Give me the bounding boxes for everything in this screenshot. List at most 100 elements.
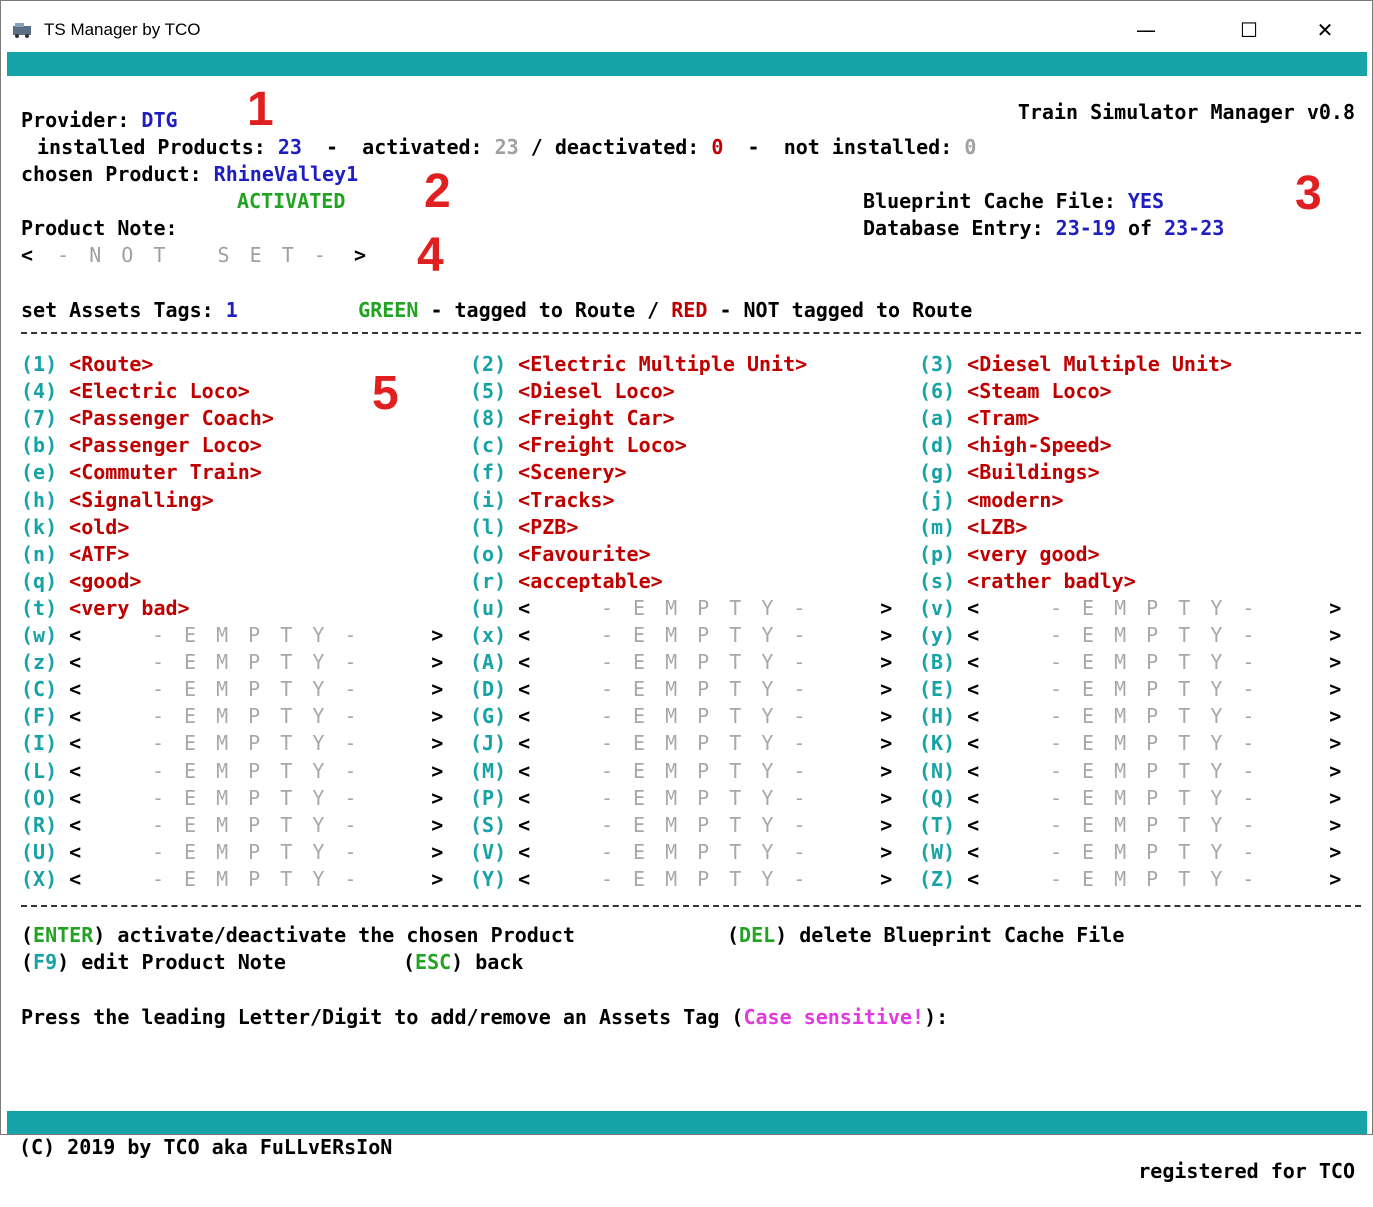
asset-tag[interactable]: (M) < - E M P T Y - > xyxy=(470,759,892,783)
asset-tag[interactable]: (5) <Diesel Loco> xyxy=(470,379,675,403)
provider-line: Provider: DTG xyxy=(21,108,178,132)
asset-tag[interactable]: (f) <Scenery> xyxy=(470,460,627,484)
empty-slot: - E M P T Y - xyxy=(151,786,361,810)
asset-tag[interactable]: (y) < - E M P T Y - > xyxy=(919,623,1341,647)
products-line: installed Products: 23 - activated: 23 /… xyxy=(37,135,976,159)
asset-tag[interactable]: (U) < - E M P T Y - > xyxy=(21,840,443,864)
asset-tag[interactable]: (V) < - E M P T Y - > xyxy=(470,840,892,864)
tag-label: <old> xyxy=(69,515,130,539)
asset-tag[interactable]: (T) < - E M P T Y - > xyxy=(919,813,1341,837)
empty-slot: - E M P T Y - xyxy=(1049,867,1259,891)
shortcut-esc: (ESC) back xyxy=(403,950,524,974)
maximize-button[interactable]: ☐ xyxy=(1226,10,1272,50)
product-status: ACTIVATED xyxy=(237,189,346,213)
asset-tag[interactable]: (X) < - E M P T Y - > xyxy=(21,867,443,891)
asset-tag[interactable]: (d) <high-Speed> xyxy=(919,433,1112,457)
asset-tag[interactable]: (8) <Freight Car> xyxy=(470,406,675,430)
prompt-highlight: Case sensitive! xyxy=(743,1005,925,1029)
asset-tag[interactable]: (q) <good> xyxy=(21,569,141,593)
asset-tag[interactable]: (2) <Electric Multiple Unit> xyxy=(470,352,807,376)
asset-tag[interactable]: (e) <Commuter Train> xyxy=(21,460,262,484)
asset-tag[interactable]: (m) <LZB> xyxy=(919,515,1027,539)
tag-key: (n) xyxy=(21,542,58,566)
tags-header-line: set Assets Tags: 1 GREEN - tagged to Rou… xyxy=(21,298,972,322)
input-prompt[interactable]: Press the leading Letter/Digit to add/re… xyxy=(21,1005,948,1029)
asset-tag[interactable]: (D) < - E M P T Y - > xyxy=(470,677,892,701)
asset-tag[interactable]: (P) < - E M P T Y - > xyxy=(470,786,892,810)
asset-tag[interactable]: (Z) < - E M P T Y - > xyxy=(919,867,1341,891)
tag-key: (3) xyxy=(919,352,956,376)
asset-tag[interactable]: (R) < - E M P T Y - > xyxy=(21,813,443,837)
tag-label: <Favourite> xyxy=(518,542,651,566)
asset-tag[interactable]: (v) < - E M P T Y - > xyxy=(919,596,1341,620)
asset-tag[interactable]: (L) < - E M P T Y - > xyxy=(21,759,443,783)
prompt-end: ): xyxy=(924,1005,949,1029)
asset-tag[interactable]: (N) < - E M P T Y - > xyxy=(919,759,1341,783)
close-button[interactable]: ✕ xyxy=(1302,10,1348,50)
asset-tag[interactable]: (J) < - E M P T Y - > xyxy=(470,731,892,755)
asset-tag[interactable]: (4) <Electric Loco> xyxy=(21,379,250,403)
asset-tag[interactable]: (6) <Steam Loco> xyxy=(919,379,1112,403)
tag-label: <Electric Loco> xyxy=(69,379,250,403)
esc-key: ESC xyxy=(415,950,452,974)
asset-tag[interactable]: (K) < - E M P T Y - > xyxy=(919,731,1341,755)
asset-tag[interactable]: (W) < - E M P T Y - > xyxy=(919,840,1341,864)
asset-tag[interactable]: (p) <very good> xyxy=(919,542,1100,566)
registration: registered for TCO xyxy=(1138,1159,1355,1183)
asset-tag[interactable]: (b) <Passenger Loco> xyxy=(21,433,262,457)
asset-tag[interactable]: (u) < - E M P T Y - > xyxy=(470,596,892,620)
asset-tag[interactable]: (Y) < - E M P T Y - > xyxy=(470,867,892,891)
tag-key: (M) xyxy=(470,759,507,783)
asset-tag[interactable]: (E) < - E M P T Y - > xyxy=(919,677,1341,701)
asset-tag[interactable]: (j) <modern> xyxy=(919,488,1064,512)
asset-tag[interactable]: (t) <very bad> xyxy=(21,596,190,620)
asset-tag[interactable]: (k) <old> xyxy=(21,515,129,539)
empty-bracket-open: < xyxy=(69,786,82,810)
empty-slot: - E M P T Y - xyxy=(1049,677,1259,701)
esc-text: back xyxy=(475,950,524,974)
asset-tag[interactable]: (s) <rather badly> xyxy=(919,569,1136,593)
asset-tag[interactable]: (S) < - E M P T Y - > xyxy=(470,813,892,837)
tag-key: (v) xyxy=(919,596,956,620)
tag-key: (O) xyxy=(21,786,58,810)
empty-slot: - E M P T Y - xyxy=(151,840,361,864)
asset-tag[interactable]: (B) < - E M P T Y - > xyxy=(919,650,1341,674)
tag-key: (q) xyxy=(21,569,58,593)
asset-tag[interactable]: (C) < - E M P T Y - > xyxy=(21,677,443,701)
asset-tag[interactable]: (a) <Tram> xyxy=(919,406,1039,430)
separator-slash: / xyxy=(530,135,543,159)
asset-tag[interactable]: (x) < - E M P T Y - > xyxy=(470,623,892,647)
asset-tag[interactable]: (z) < - E M P T Y - > xyxy=(21,650,443,674)
asset-tag[interactable]: (o) <Favourite> xyxy=(470,542,651,566)
database-label: Database Entry: xyxy=(863,216,1044,240)
asset-tag[interactable]: (l) <PZB> xyxy=(470,515,578,539)
installed-value: 23 xyxy=(277,135,302,159)
app-version: Train Simulator Manager v0.8 xyxy=(1017,100,1355,124)
asset-tag[interactable]: (w) < - E M P T Y - > xyxy=(21,623,443,647)
asset-tag[interactable]: (Q) < - E M P T Y - > xyxy=(919,786,1341,810)
product-note-value: < - N O T S E T - > xyxy=(21,243,366,267)
minimize-button[interactable]: — xyxy=(1123,10,1169,50)
empty-slot: - E M P T Y - xyxy=(1049,650,1259,674)
asset-tag[interactable]: (1) <Route> xyxy=(21,352,153,376)
asset-tag[interactable]: (c) <Freight Loco> xyxy=(470,433,687,457)
tag-key: (8) xyxy=(470,406,507,430)
asset-tag[interactable]: (A) < - E M P T Y - > xyxy=(470,650,892,674)
asset-tag[interactable]: (h) <Signalling> xyxy=(21,488,214,512)
empty-slot: - E M P T Y - xyxy=(151,677,361,701)
asset-tag[interactable]: (H) < - E M P T Y - > xyxy=(919,704,1341,728)
asset-tag[interactable]: (I) < - E M P T Y - > xyxy=(21,731,443,755)
asset-tag[interactable]: (3) <Diesel Multiple Unit> xyxy=(919,352,1232,376)
enter-key: ENTER xyxy=(33,923,94,947)
asset-tag[interactable]: (i) <Tracks> xyxy=(470,488,615,512)
asset-tag[interactable]: (O) < - E M P T Y - > xyxy=(21,786,443,810)
tag-key: (Q) xyxy=(919,786,956,810)
asset-tag[interactable]: (F) < - E M P T Y - > xyxy=(21,704,443,728)
asset-tag[interactable]: (r) <acceptable> xyxy=(470,569,663,593)
database-total: 23-23 xyxy=(1164,216,1225,240)
empty-bracket-close: > xyxy=(431,786,444,810)
asset-tag[interactable]: (G) < - E M P T Y - > xyxy=(470,704,892,728)
asset-tag[interactable]: (7) <Passenger Coach> xyxy=(21,406,274,430)
asset-tag[interactable]: (g) <Buildings> xyxy=(919,460,1100,484)
asset-tag[interactable]: (n) <ATF> xyxy=(21,542,129,566)
